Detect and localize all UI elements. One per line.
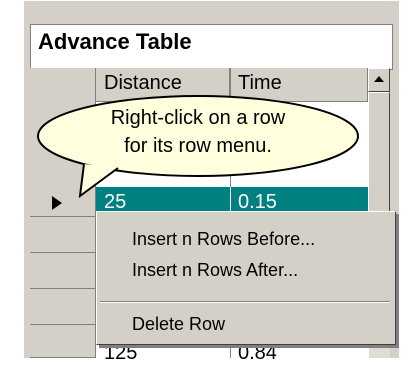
callout-text: Right-click on a row for its row menu. <box>48 104 348 160</box>
panel-title: Advance Table <box>38 29 192 54</box>
scroll-up-button[interactable] <box>368 68 390 92</box>
scroll-up-icon <box>374 76 384 82</box>
menu-item-delete-row[interactable]: Delete Row <box>132 314 225 335</box>
bottom-row-distance[interactable]: 125 <box>104 342 137 365</box>
menu-item-insert-after[interactable]: Insert n Rows After... <box>132 260 298 281</box>
menu-item-insert-before[interactable]: Insert n Rows Before... <box>132 229 315 250</box>
bottom-row-time[interactable]: 0.84 <box>238 342 277 365</box>
callout-line-2: for its row menu. <box>124 135 272 157</box>
menu-separator <box>100 301 390 303</box>
callout-line-1: Right-click on a row <box>110 107 286 129</box>
